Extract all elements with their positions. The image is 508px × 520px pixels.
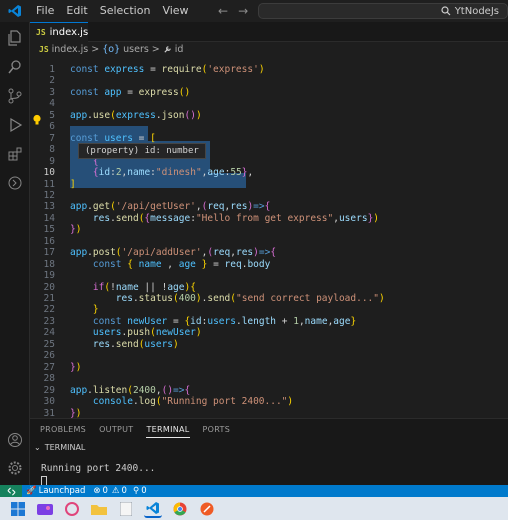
- error-icon: ⊗: [93, 486, 101, 496]
- tab-output[interactable]: OUTPUT: [99, 425, 133, 438]
- notepad-icon[interactable]: [117, 500, 135, 518]
- menu-view[interactable]: View: [156, 0, 194, 22]
- ports-count[interactable]: 0: [141, 486, 146, 496]
- menu-bar: File Edit Selection View: [30, 0, 195, 22]
- gallery-app-icon[interactable]: [36, 500, 54, 518]
- javascript-file-icon: JS: [39, 44, 49, 54]
- status-bar: 🚀 Launchpad ⊗ 0 ⚠ 0 ⚲ 0: [0, 485, 508, 497]
- terminal-section-header[interactable]: ⌄ TERMINAL: [34, 443, 85, 452]
- nav-arrows: ← →: [218, 0, 248, 22]
- warning-count[interactable]: 0: [122, 486, 127, 496]
- gear-icon[interactable]: [7, 460, 23, 476]
- chrome-icon[interactable]: [171, 500, 189, 518]
- editor-tab-bar: JS index.js: [30, 22, 508, 42]
- windows-taskbar: [0, 497, 508, 520]
- ports-icon: ⚲: [132, 486, 140, 496]
- remote-indicator-icon[interactable]: [0, 485, 22, 497]
- command-center-label: YtNodeJs: [454, 5, 499, 17]
- extensions-icon[interactable]: [7, 146, 23, 162]
- tab-label: index.js: [49, 27, 89, 38]
- forward-arrow-icon[interactable]: →: [238, 4, 248, 18]
- error-count[interactable]: 0: [103, 486, 108, 496]
- launchpad-label[interactable]: Launchpad: [39, 486, 86, 496]
- terminal-section-label: TERMINAL: [44, 443, 86, 452]
- hover-tooltip: (property) id: number: [78, 143, 206, 159]
- breadcrumb-symbol-users[interactable]: users: [123, 44, 149, 55]
- postman-icon[interactable]: [198, 500, 216, 518]
- code-token: ): [75, 407, 82, 419]
- code-editor[interactable]: 1 const express = require('express') 2 3 con…: [30, 56, 508, 419]
- breadcrumb: JS index.js > {o} users > id: [30, 42, 183, 56]
- title-bar: File Edit Selection View ← → YtNodeJs: [0, 0, 508, 22]
- run-debug-icon[interactable]: [7, 117, 23, 133]
- back-arrow-icon[interactable]: ←: [218, 4, 228, 18]
- tab-terminal[interactable]: TERMINAL: [146, 425, 190, 438]
- remote-explorer-icon[interactable]: [7, 175, 23, 191]
- snipping-tool-icon[interactable]: [63, 500, 81, 518]
- warning-icon: ⚠: [111, 486, 120, 496]
- panel-tabs: PROBLEMS OUTPUT TERMINAL PORTS: [40, 425, 230, 438]
- search-icon[interactable]: [7, 59, 23, 75]
- breadcrumb-symbol-id[interactable]: id: [175, 44, 184, 55]
- breadcrumb-file[interactable]: index.js: [52, 44, 89, 55]
- account-icon[interactable]: [7, 432, 23, 448]
- breadcrumb-separator: >: [91, 43, 100, 55]
- vscode-logo-icon: [0, 0, 30, 22]
- explorer-icon[interactable]: [7, 30, 23, 46]
- file-explorer-icon[interactable]: [90, 500, 108, 518]
- lightbulb-icon[interactable]: [32, 114, 42, 126]
- menu-edit[interactable]: Edit: [60, 0, 93, 22]
- windows-start-icon[interactable]: [9, 500, 27, 518]
- property-wrench-icon: [164, 45, 171, 53]
- bottom-panel: PROBLEMS OUTPUT TERMINAL PORTS ⌄ TERMINA…: [30, 418, 508, 486]
- variable-icon: {o}: [102, 43, 121, 55]
- tab-problems[interactable]: PROBLEMS: [40, 425, 86, 438]
- launchpad-icon: 🚀: [26, 486, 37, 496]
- vscode-taskbar-icon[interactable]: [144, 500, 162, 518]
- terminal-output: Running port 2400...: [41, 463, 156, 474]
- search-icon: [441, 6, 451, 16]
- javascript-file-icon: JS: [36, 28, 46, 37]
- activity-bar: [0, 22, 30, 485]
- source-control-icon[interactable]: [7, 88, 23, 104]
- menu-file[interactable]: File: [30, 0, 60, 22]
- tab-ports[interactable]: PORTS: [203, 425, 231, 438]
- tab-index-js[interactable]: JS index.js: [30, 22, 88, 42]
- chevron-down-icon: ⌄: [34, 443, 41, 452]
- breadcrumb-separator: >: [151, 43, 160, 55]
- menu-selection[interactable]: Selection: [94, 0, 157, 22]
- command-center-search[interactable]: YtNodeJs: [258, 3, 508, 19]
